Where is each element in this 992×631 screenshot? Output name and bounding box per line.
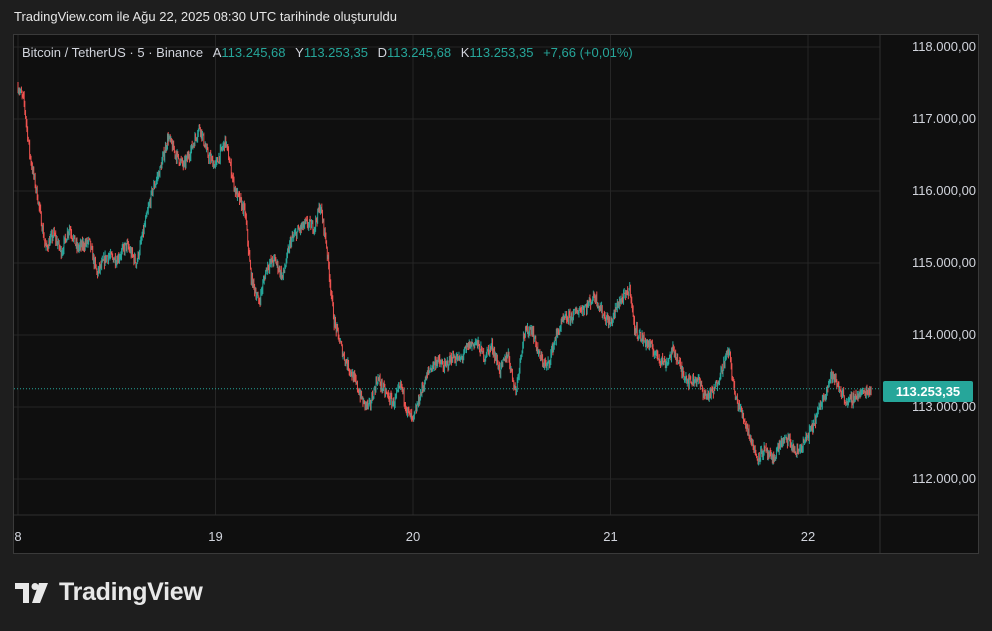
close-value: 113.253,35 <box>469 45 534 60</box>
symbol-name[interactable]: Bitcoin / TetherUS · 5 · Binance <box>22 45 203 60</box>
candlestick-chart[interactable]: 112.000,00113.000,00114.000,00115.000,00… <box>14 35 978 553</box>
grid-lines <box>14 35 978 553</box>
chart-panel[interactable]: 112.000,00 113.000,00 114.000,00 115.000,00… <box>13 34 979 554</box>
y-tick-label: 114.000,00 <box>912 327 976 342</box>
y-tick-label: 116.000,00 <box>912 183 976 198</box>
y-tick-label: 117.000,00 <box>912 111 976 126</box>
high-label: Y <box>295 45 304 60</box>
high-value: 113.253,35 <box>303 45 368 60</box>
tradingview-logo-icon <box>15 582 48 603</box>
y-tick-label: 112.000,00 <box>912 471 976 486</box>
last-price-badge: 113.253,35 <box>883 381 973 402</box>
x-tick-label: 22 <box>801 529 815 544</box>
change-value: +7,66 (+0,01%) <box>543 45 633 60</box>
y-axis: 112.000,00113.000,00114.000,00115.000,00… <box>912 39 976 486</box>
x-tick-label: 21 <box>603 529 617 544</box>
candles <box>17 81 872 466</box>
x-tick-label: 20 <box>406 529 420 544</box>
y-tick-label: 115.000,00 <box>912 255 976 270</box>
chart-legend: Bitcoin / TetherUS · 5 · Binance A113.24… <box>22 45 633 60</box>
y-tick-label: 118.000,00 <box>912 39 976 54</box>
x-axis: 8 19 20 21 22 <box>14 529 815 544</box>
low-value: 113.245,68 <box>386 45 452 60</box>
chart-caption: TradingView.com ile Ağu 22, 2025 08:30 U… <box>14 9 398 24</box>
open-value: 113.245,68 <box>221 45 286 60</box>
tradingview-wordmark: TradingView <box>59 578 203 606</box>
x-tick-label: 8 <box>14 529 21 544</box>
tradingview-logo[interactable]: TradingView <box>15 578 203 607</box>
x-tick-label: 19 <box>208 529 222 544</box>
low-label: D <box>377 45 387 60</box>
